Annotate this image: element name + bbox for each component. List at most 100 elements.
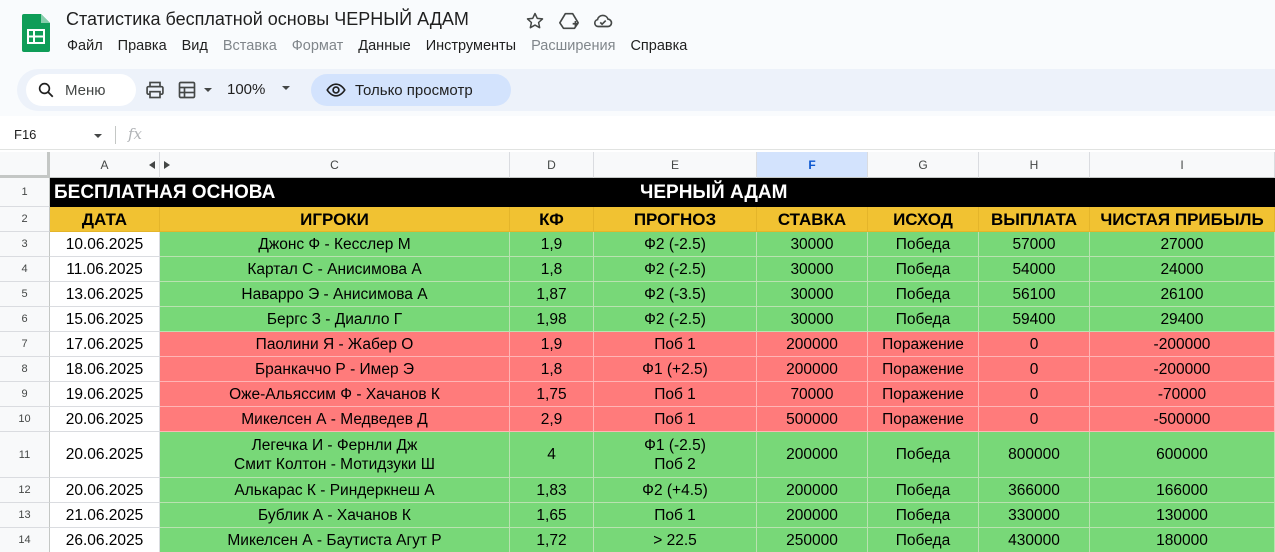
cell-result[interactable]: Поражение xyxy=(868,357,979,382)
cell-stake[interactable]: 30000 xyxy=(757,257,868,282)
menu-item-2[interactable]: Вид xyxy=(182,38,208,54)
column-header-i[interactable]: I xyxy=(1090,152,1275,178)
cell-forecast[interactable]: Ф2 (-2.5) xyxy=(594,307,757,332)
cell-payout[interactable]: 0 xyxy=(979,382,1090,407)
cell-kf[interactable]: 1,72 xyxy=(510,528,594,552)
star-icon[interactable] xyxy=(524,10,546,32)
row-header-8[interactable]: 8 xyxy=(0,357,50,382)
sheets-logo-icon[interactable] xyxy=(22,14,50,52)
cell-kf[interactable]: 2,9 xyxy=(510,407,594,432)
cell-stake[interactable]: 200000 xyxy=(757,357,868,382)
column-header-e[interactable]: E xyxy=(594,152,757,178)
cell-payout[interactable]: 57000 xyxy=(979,232,1090,257)
cell-players[interactable]: Микелсен А - Медведев Д xyxy=(160,407,510,432)
hidden-columns-right-arrow-icon[interactable] xyxy=(164,161,170,169)
cell-payout[interactable]: 430000 xyxy=(979,528,1090,552)
cell-result[interactable]: Поражение xyxy=(868,382,979,407)
hidden-columns-left-arrow-icon[interactable] xyxy=(149,161,155,169)
cell-players[interactable]: Бублик А - Хачанов К xyxy=(160,503,510,528)
cell-payout[interactable]: 59400 xyxy=(979,307,1090,332)
view-only-button[interactable]: Только просмотр xyxy=(311,74,511,106)
cell-payout[interactable]: 0 xyxy=(979,357,1090,382)
cell-result[interactable]: Победа xyxy=(868,478,979,503)
cell-forecast[interactable]: Поб 1 xyxy=(594,332,757,357)
select-all-corner[interactable] xyxy=(0,152,50,178)
cell-date[interactable]: 20.06.2025 xyxy=(50,432,160,478)
cell-stake[interactable]: 30000 xyxy=(757,282,868,307)
column-header-d[interactable]: D xyxy=(510,152,594,178)
cell-payout[interactable]: 54000 xyxy=(979,257,1090,282)
cell-result[interactable]: Победа xyxy=(868,307,979,332)
cell-profit[interactable]: -200000 xyxy=(1090,332,1275,357)
row-header-9[interactable]: 9 xyxy=(0,382,50,407)
menu-item-3[interactable]: Вставка xyxy=(223,38,277,54)
cell-stake[interactable]: 500000 xyxy=(757,407,868,432)
row-header-6[interactable]: 6 xyxy=(0,307,50,332)
cell-date[interactable]: 20.06.2025 xyxy=(50,407,160,432)
row-header-14[interactable]: 14 xyxy=(0,528,50,552)
cell-profit[interactable]: 166000 xyxy=(1090,478,1275,503)
cell-payout[interactable]: 0 xyxy=(979,332,1090,357)
cell-payout[interactable]: 800000 xyxy=(979,432,1090,478)
row-header-10[interactable]: 10 xyxy=(0,407,50,432)
cell-payout[interactable]: 0 xyxy=(979,407,1090,432)
cell-profit[interactable]: 29400 xyxy=(1090,307,1275,332)
cell-forecast[interactable]: Ф2 (-2.5) xyxy=(594,257,757,282)
menu-item-7[interactable]: Расширения xyxy=(531,38,615,54)
column-title-3[interactable]: ПРОГНОЗ xyxy=(594,207,757,232)
cell-forecast[interactable]: Ф2 (-2.5) xyxy=(594,232,757,257)
row-header-12[interactable]: 12 xyxy=(0,478,50,503)
print-icon[interactable] xyxy=(145,79,165,101)
cell-players[interactable]: Наварро Э - Анисимова А xyxy=(160,282,510,307)
cell-kf[interactable]: 1,9 xyxy=(510,332,594,357)
cell-forecast[interactable]: Поб 1 xyxy=(594,503,757,528)
cell-result[interactable]: Поражение xyxy=(868,407,979,432)
menu-item-5[interactable]: Данные xyxy=(358,38,410,54)
column-title-2[interactable]: КФ xyxy=(510,207,594,232)
cell-players[interactable]: Оже-Альяссим Ф - Хачанов К xyxy=(160,382,510,407)
row-header-1[interactable]: 1 xyxy=(0,178,50,207)
cell-players[interactable]: Картал С - Анисимова А xyxy=(160,257,510,282)
cell-kf[interactable]: 1,8 xyxy=(510,357,594,382)
cell-result[interactable]: Победа xyxy=(868,528,979,552)
menu-item-6[interactable]: Инструменты xyxy=(426,38,516,54)
column-title-6[interactable]: ВЫПЛАТА xyxy=(979,207,1090,232)
cell-stake[interactable]: 200000 xyxy=(757,478,868,503)
cell-players[interactable]: Паолини Я - Жабер О xyxy=(160,332,510,357)
cell-result[interactable]: Поражение xyxy=(868,332,979,357)
cell-profit[interactable]: 130000 xyxy=(1090,503,1275,528)
chevron-down-icon[interactable] xyxy=(202,79,214,101)
cloud-saved-icon[interactable] xyxy=(592,10,614,32)
table-format-icon[interactable] xyxy=(177,79,197,101)
cell-players[interactable]: Алькарас К - Риндеркнеш А xyxy=(160,478,510,503)
cell-date[interactable]: 21.06.2025 xyxy=(50,503,160,528)
cell-date[interactable]: 19.06.2025 xyxy=(50,382,160,407)
cell-kf[interactable]: 1,8 xyxy=(510,257,594,282)
cell-result[interactable]: Победа xyxy=(868,503,979,528)
row-header-13[interactable]: 13 xyxy=(0,503,50,528)
column-title-5[interactable]: ИСХОД xyxy=(868,207,979,232)
menu-item-0[interactable]: Файл xyxy=(67,38,103,54)
cell-stake[interactable]: 200000 xyxy=(757,332,868,357)
cell-stake[interactable]: 70000 xyxy=(757,382,868,407)
row-header-2[interactable]: 2 xyxy=(0,207,50,232)
cell-players[interactable]: Легечка И - Фернли Дж Смит Колтон - Мотид… xyxy=(160,432,510,478)
cell-result[interactable]: Победа xyxy=(868,232,979,257)
row-header-4[interactable]: 4 xyxy=(0,257,50,282)
row-header-11[interactable]: 11 xyxy=(0,432,50,478)
cell-kf[interactable]: 1,98 xyxy=(510,307,594,332)
cell-stake[interactable]: 250000 xyxy=(757,528,868,552)
column-title-4[interactable]: СТАВКА xyxy=(757,207,868,232)
column-title-0[interactable]: ДАТА xyxy=(50,207,160,232)
cell-stake[interactable]: 200000 xyxy=(757,503,868,528)
cell-result[interactable]: Победа xyxy=(868,257,979,282)
cell-kf[interactable]: 1,75 xyxy=(510,382,594,407)
cell-profit[interactable]: 600000 xyxy=(1090,432,1275,478)
cell-profit[interactable]: 26100 xyxy=(1090,282,1275,307)
zoom-chevron-down-icon[interactable] xyxy=(280,81,292,99)
cell-payout[interactable]: 330000 xyxy=(979,503,1090,528)
column-header-h[interactable]: H xyxy=(979,152,1090,178)
cell-forecast[interactable]: Поб 1 xyxy=(594,382,757,407)
cell-result[interactable]: Победа xyxy=(868,282,979,307)
column-header-a[interactable]: A xyxy=(50,152,160,178)
